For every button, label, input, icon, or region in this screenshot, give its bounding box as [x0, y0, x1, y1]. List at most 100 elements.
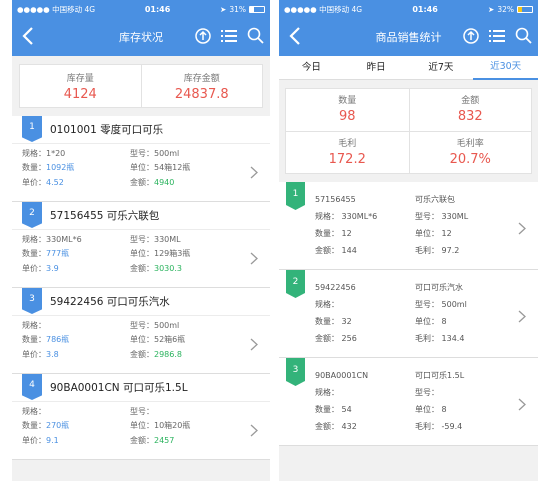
spec: 规格： [315, 300, 339, 309]
quantity: 786瓶 [46, 335, 70, 345]
quantity: 数量： 12 [315, 229, 352, 238]
battery-icon [248, 5, 265, 13]
summary-label: 金额 [461, 96, 480, 106]
price: 9.1 [46, 435, 59, 445]
inventory-list: 1 0101001 零度可口可乐 规格：1*20 型号：500ml 数量：1092… [12, 116, 270, 460]
status-bar: ●●●●● 中国移动 4G 01:46 ➤ 31% [12, 0, 270, 18]
unit: 54箱12瓶 [154, 163, 191, 173]
list-icon[interactable] [489, 28, 505, 47]
item-name: 可乐六联包 [415, 195, 455, 204]
profit: 毛利： -59.4 [415, 422, 463, 431]
nav-bar: 商品销售统计 [279, 18, 538, 56]
search-icon[interactable] [515, 27, 532, 48]
tab-today[interactable]: 今日 [279, 57, 344, 79]
battery-percent: 32% [497, 4, 514, 14]
list-item[interactable]: 1 57156455 可乐六联包 规格： 330ML*6 型号： 330ML 数量：… [279, 182, 538, 270]
amount: 2986.8 [154, 349, 182, 359]
chevron-right-icon [518, 220, 526, 239]
quantity: 1092瓶 [46, 163, 75, 173]
list-item[interactable]: 3 59422456 可口可乐汽水 规格： 型号：500ml 数量：786瓶 单位：… [12, 288, 270, 374]
index-badge: 4 [22, 374, 42, 400]
amount: 4940 [154, 177, 175, 187]
summary-label: 库存量 [66, 74, 94, 84]
model: 型号： 330ML [415, 212, 469, 221]
item-name: 可口可乐汽水 [415, 283, 463, 292]
model: 型号：330ML [130, 234, 181, 244]
status-bar: ●●●●● 中国移动 4G 01:46 ➤ 32% [279, 0, 538, 18]
spec: 规格：330ML*6 [22, 234, 82, 244]
tab-7-days[interactable]: 近7天 [409, 57, 474, 79]
sales-stats-screen: ●●●●● 中国移动 4G 01:46 ➤ 32% 商品销售统计 今日 昨日 近… [279, 0, 538, 481]
nav-bar: 库存状况 [12, 18, 270, 56]
unit: 129箱3瓶 [154, 249, 191, 259]
model: 型号：500ml [130, 148, 180, 158]
sales-summary: 数量 98 金额 832 毛利 172.2 毛利率 20.7% [285, 88, 532, 174]
item-title: 0101001 零度可口可乐 [50, 124, 164, 136]
index-badge: 3 [286, 358, 305, 386]
list-icon[interactable] [221, 28, 237, 47]
quantity: 777瓶 [46, 249, 70, 259]
model: 型号： [415, 388, 439, 397]
page-title: 商品销售统计 [375, 31, 442, 44]
search-icon[interactable] [247, 27, 264, 48]
unit: 单位： 8 [415, 317, 447, 326]
summary-label: 数量 [338, 96, 357, 106]
list-item[interactable]: 4 90BA0001CN 可口可乐1.5L 规格： 型号： 数量：270瓶 单位：1… [12, 374, 270, 460]
upload-icon[interactable] [195, 27, 211, 48]
spec: 规格：1*20 [22, 148, 66, 158]
quantity: 270瓶 [46, 421, 70, 431]
list-item[interactable]: 2 59422456 可口可乐汽水 规格： 型号： 500ml 数量： 32 单位： … [279, 270, 538, 358]
list-item[interactable]: 3 90BA0001CN 可口可乐1.5L 规格： 型号： 数量： 54 单位： 8 … [279, 358, 538, 446]
profit: 毛利： 97.2 [415, 246, 460, 255]
item-title: 57156455 可乐六联包 [50, 210, 160, 222]
unit: 52箱6瓶 [154, 335, 186, 345]
chevron-right-icon [250, 336, 258, 355]
list-item[interactable]: 2 57156455 可乐六联包 规格：330ML*6 型号：330ML 数量：7… [12, 202, 270, 288]
summary-value: 4124 [63, 87, 97, 102]
location-icon: ➤ [220, 4, 227, 14]
upload-icon[interactable] [463, 27, 479, 48]
index-badge: 3 [22, 288, 42, 314]
unit: 10箱20瓶 [154, 421, 191, 431]
unit: 单位： 8 [415, 405, 447, 414]
chevron-right-icon [518, 308, 526, 327]
index-badge: 2 [22, 202, 42, 228]
amount: 3030.3 [154, 263, 182, 273]
unit: 单位： 12 [415, 229, 452, 238]
item-code: 90BA0001CN [315, 371, 369, 380]
quantity: 数量： 32 [315, 317, 352, 326]
carrier-text: ●●●●● 中国移动 4G [284, 4, 363, 14]
chevron-right-icon [250, 164, 258, 183]
inventory-screen: ●●●●● 中国移动 4G 01:46 ➤ 31% 库存状况 库存量 4124 … [12, 0, 270, 481]
back-button[interactable] [22, 27, 34, 49]
period-tabs: 今日 昨日 近7天 近30天 [279, 56, 538, 80]
summary-value: 98 [338, 109, 356, 124]
carrier-text: ●●●●● 中国移动 4G [17, 4, 96, 14]
chevron-right-icon [518, 396, 526, 415]
header: ●●●●● 中国移动 4G 01:46 ➤ 31% 库存状况 [12, 0, 270, 56]
price: 3.8 [46, 349, 59, 359]
item-title: 59422456 可口可乐汽水 [50, 296, 170, 308]
model: 型号：500ml [130, 320, 180, 330]
quantity: 数量： 54 [315, 405, 352, 414]
model: 型号： [130, 406, 154, 416]
sales-list: 1 57156455 可乐六联包 规格： 330ML*6 型号： 330ML 数量：… [279, 182, 538, 446]
summary-label: 毛利率 [456, 139, 484, 149]
amount: 金额： 256 [315, 334, 357, 343]
spec: 规格： [22, 320, 46, 330]
index-badge: 1 [286, 182, 305, 210]
amount: 金额： 144 [315, 246, 357, 255]
tab-30-days[interactable]: 近30天 [473, 56, 538, 80]
back-button[interactable] [289, 27, 301, 49]
summary-value: 832 [457, 109, 483, 124]
clock: 01:46 [144, 4, 171, 14]
summary-label: 库存金额 [183, 74, 220, 84]
summary-value: 24837.8 [174, 87, 229, 102]
tab-yesterday[interactable]: 昨日 [344, 57, 409, 79]
list-item[interactable]: 1 0101001 零度可口可乐 规格：1*20 型号：500ml 数量：1092… [12, 116, 270, 202]
inventory-summary: 库存量 4124 库存金额 24837.8 [19, 64, 263, 108]
spec: 规格： 330ML*6 [315, 212, 378, 221]
spec: 规格： [315, 388, 339, 397]
battery-icon [516, 5, 533, 13]
amount: 2457 [154, 435, 175, 445]
